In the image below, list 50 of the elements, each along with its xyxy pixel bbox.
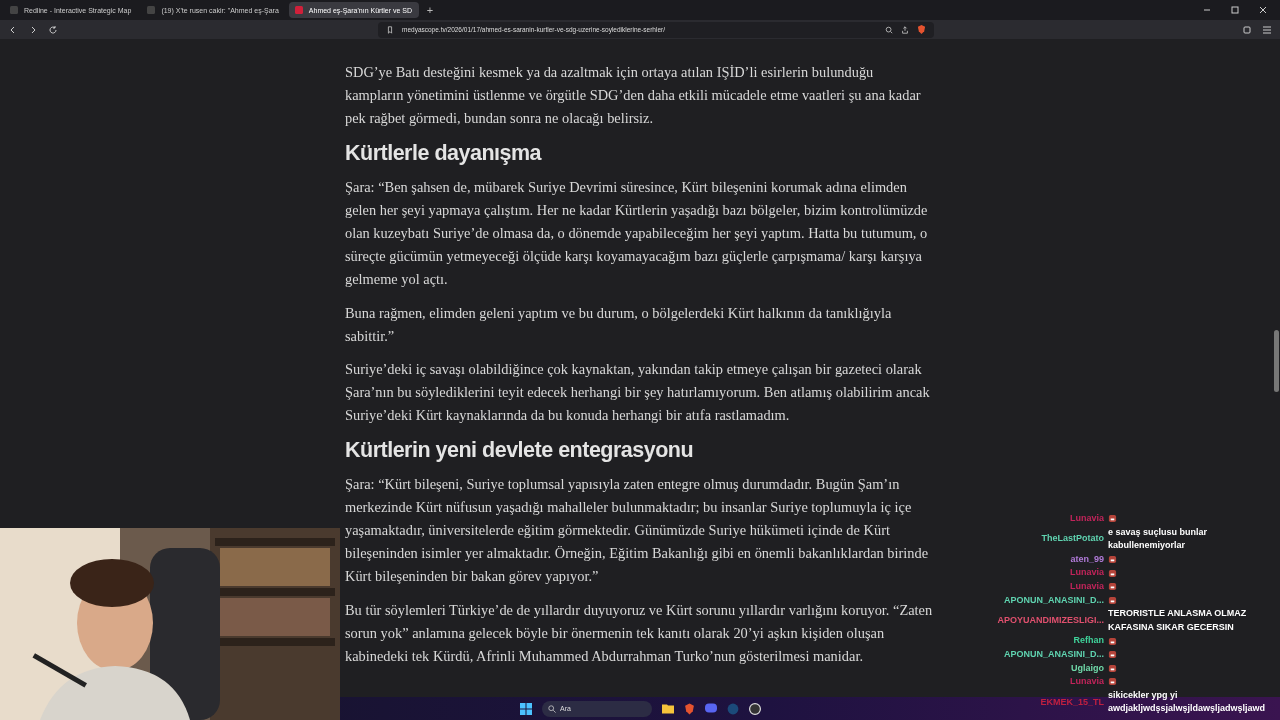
folder-icon[interactable]: [662, 703, 674, 714]
chat-message: e savaş suçlusu bunlar kabullenemiyorlar: [1108, 525, 1209, 553]
emote-icon: [1108, 636, 1117, 646]
zoom-icon[interactable]: [885, 25, 893, 34]
site-icon: [147, 6, 156, 14]
chat-message: TERORISTLE ANLASMA OLMAZ KAFASINA SIKAR GECERSIN: [1108, 607, 1248, 634]
article-paragraph: Bu tür söylemleri Türkiye’de de yıllardır duyuyoruz ve Kürt sorunu yıllardır varlığını koruyor. “Zaten sorun yok” anlamına gelecek böyle bir önermenin tek kanıtı olarak 20’yi aşkın kişiden oluşan kabinedeki tek Kürdü, Afrinli Muhammed Abdurrahman Turko’nun gösterilmesi manidar.: [345, 600, 933, 667]
chat-username: EKMEK_15_TL: [1039, 695, 1104, 709]
chat-message: sikicekler ypg yi awdjakljwdşsjalwşjldawşljadwşljawd: [1108, 688, 1267, 716]
article-paragraph: Buna rağmen, elimden geleni yaptım ve bu durum, o bölgelerdeki Kürt halkının da tanıklığıyla sabittir.”: [345, 303, 893, 346]
chat-username: Lunavia: [1069, 675, 1104, 689]
chat-username: APOYUANDIMIZESLIGI...: [996, 613, 1104, 627]
emote-icon: [1108, 582, 1117, 592]
emote-icon: [1108, 514, 1117, 524]
chat-username: TheLastPotato: [1040, 532, 1104, 546]
windows-start-icon[interactable]: [520, 702, 532, 715]
chat-username: aten_99: [1069, 552, 1104, 566]
search-icon: [548, 704, 556, 713]
article-paragraph: Şara: “Kürt bileşeni, Suriye toplumsal yapısıyla zaten entegre olmuş durumdadır. Bugün Şam’ın merkezinde Kürt nüfusun yaşadığı mahalleler bulunmaktadır; bu insanlar Suriye toplumuyla iç içe yaşamaktadır, üniversitelerde eğitim görmektedir. Günümüzde Suriye hükümeti içinde de Kürt bileşeninden isimler yer almaktadır. Örneğin, Eğitim Bakanlığı gibi en önemli bakanlıklardan birinde Kürt bileşeninden bir bakan görev yapıyor.”: [345, 474, 930, 587]
chat-username: Lunavia: [1069, 579, 1104, 593]
share-icon[interactable]: [901, 25, 909, 34]
emote-icon: [1108, 663, 1117, 673]
close-icon[interactable]: [1258, 5, 1268, 15]
section-heading: Kürtlerin yeni devlete entegrasyonu: [345, 437, 695, 463]
site-icon: [294, 6, 303, 14]
restore-icon[interactable]: [1230, 5, 1240, 15]
menu-icon[interactable]: [1262, 24, 1272, 35]
article-paragraph: Suriye’deki iç savaşı olabildiğince çok kaynaktan, yakından takip etmeye çalışan bir gazeteci olarak Şara’nın bu söylediklerini teyit edecek herhangi bir şey hatırlamıyorum. Ben atlamış olabilirim ancak Suriye’deki Kürt kaynaklarında da bu konuda herhangi bir atıfa rastlamadım.: [345, 360, 931, 426]
chat-username: Refhan: [1072, 634, 1104, 648]
new-tab-button[interactable]: +: [422, 4, 438, 16]
shield-icon[interactable]: [917, 25, 926, 34]
recording-icon[interactable]: [749, 702, 761, 715]
chat-username: APONUN_ANASINI_D...: [1003, 593, 1104, 607]
emote-icon: [1108, 595, 1117, 605]
emote-icon: [1108, 555, 1117, 565]
bookmark-icon[interactable]: [386, 25, 394, 34]
chat-username: Lunavia: [1069, 566, 1104, 580]
section-heading: Kürtlerle dayanışma: [345, 140, 543, 166]
shield-icon[interactable]: [684, 702, 695, 715]
chat-username: Lunavia: [1069, 512, 1104, 525]
emote-icon: [1108, 568, 1117, 578]
article-paragraph: Şara: “Ben şahsen de, mübarek Suriye Devrimi süresince, Kürt bileşenini korumak adına elimden gelen her şeyi yapmaya çalıştım. Her ne kadar Kürtlerin yaşadığı bazı bölgeler, bizim kontrolümüzde olan kuzeybatı Suriye’de olmasa da, o dönemde yapabileceğim her şeyi yaptım. Hatta bu tutumum, o süreçte gücümün yetmeyeceği ölçüde karşı koyamayacağım bazı güçlerle çarpışmama/ karşı karşıya gelmeme yol açtı.: [345, 177, 929, 290]
chat-username: APONUN_ANASINI_D...: [1003, 647, 1104, 661]
reload-icon[interactable]: [48, 24, 58, 35]
scrollbar-thumb[interactable]: [1274, 330, 1279, 392]
site-icon: [10, 6, 18, 14]
chat-username: Uglaigo: [1070, 661, 1104, 675]
emote-icon: [1108, 677, 1117, 687]
emote-icon: [1108, 650, 1117, 660]
article-paragraph: SDG’ye Batı desteğini kesmek ya da azaltmak için ortaya atılan IŞİD’li esirlerin bulunduğu kampların yönetimini üstlenme ve örgütle SDG’den daha etkili mücadele etme vaatleri şu ana kadar pek rağbet görmedi, bundan sonra ne olacağı belirsiz.: [345, 63, 922, 129]
